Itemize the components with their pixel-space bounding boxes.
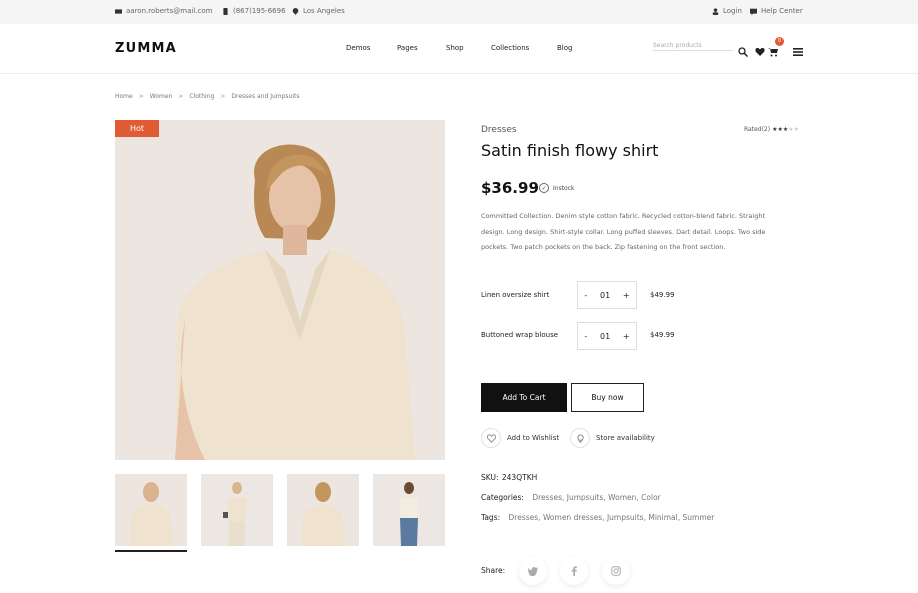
tags-value[interactable]: Dresses, Women dresses, Jumpsuits, Minim… bbox=[509, 513, 715, 522]
search-input[interactable]: Search products bbox=[653, 39, 733, 51]
quantity-stepper: - 01 + bbox=[577, 322, 637, 350]
location-text: Los Angeles bbox=[303, 7, 345, 15]
bundle-item-name[interactable]: Linen oversize shirt bbox=[481, 291, 549, 299]
breadcrumb-women[interactable]: Women bbox=[150, 93, 173, 100]
hot-badge: Hot bbox=[115, 120, 159, 137]
thumbnail-3[interactable] bbox=[287, 474, 359, 546]
location-contact: Los Angeles bbox=[292, 7, 345, 15]
breadcrumb-separator: > bbox=[220, 93, 226, 100]
tags-row: Tags: Dresses, Women dresses, Jumpsuits,… bbox=[481, 513, 714, 522]
stock-status: ✓ Instock bbox=[539, 183, 575, 193]
quantity-value[interactable]: 01 bbox=[600, 332, 610, 341]
help-center-link[interactable]: Help Center bbox=[750, 7, 803, 15]
increment-button[interactable]: + bbox=[623, 332, 630, 341]
location-icon bbox=[570, 428, 590, 448]
store-availability[interactable]: Store availability bbox=[570, 428, 655, 448]
stock-label: Instock bbox=[553, 184, 575, 192]
thumbnail-4[interactable] bbox=[373, 474, 445, 546]
bundle-item-price: $49.99 bbox=[650, 291, 675, 299]
login-link[interactable]: Login bbox=[712, 7, 742, 15]
nav-shop[interactable]: Shop bbox=[446, 44, 464, 52]
thumbnail-2[interactable] bbox=[201, 474, 273, 546]
product-title: Satin finish flowy shirt bbox=[481, 141, 659, 160]
sku-value: 243QTKH bbox=[501, 473, 538, 482]
nav-collections[interactable]: Collections bbox=[491, 44, 529, 52]
nav-pages[interactable]: Pages bbox=[397, 44, 418, 52]
menu-icon[interactable] bbox=[793, 42, 803, 56]
top-bar: aaron.roberts@mail.com (867)195-6696 Los… bbox=[0, 0, 918, 24]
search-icon[interactable] bbox=[738, 42, 749, 58]
product-category[interactable]: Dresses bbox=[481, 125, 517, 135]
add-to-cart-button[interactable]: Add To Cart bbox=[481, 383, 567, 412]
phone-icon bbox=[223, 7, 228, 15]
quantity-value[interactable]: 01 bbox=[600, 291, 610, 300]
quantity-stepper: - 01 + bbox=[577, 281, 637, 309]
breadcrumb-home[interactable]: Home bbox=[115, 93, 133, 100]
login-label: Login bbox=[723, 7, 742, 15]
logo[interactable]: ZUMMA bbox=[115, 41, 177, 56]
help-label: Help Center bbox=[761, 7, 803, 15]
instagram-icon[interactable] bbox=[602, 557, 630, 585]
breadcrumb-separator: > bbox=[178, 93, 184, 100]
nav-blog[interactable]: Blog bbox=[557, 44, 572, 52]
heart-icon[interactable] bbox=[755, 42, 765, 56]
bundle-item-price: $49.99 bbox=[650, 331, 675, 339]
store-label: Store availability bbox=[596, 434, 655, 442]
site-header: ZUMMA Demos Pages Shop Collections Blog … bbox=[0, 24, 918, 74]
breadcrumb-clothing[interactable]: Clothing bbox=[189, 93, 214, 100]
bundle-item-name[interactable]: Buttoned wrap blouse bbox=[481, 331, 558, 339]
product-description: Committed Collection. Denim style cotton… bbox=[481, 212, 766, 251]
facebook-icon[interactable] bbox=[560, 557, 588, 585]
map-pin-icon bbox=[292, 7, 299, 15]
active-thumbnail-indicator bbox=[115, 550, 187, 552]
email-text: aaron.roberts@mail.com bbox=[126, 7, 213, 15]
decrement-button[interactable]: - bbox=[584, 291, 587, 300]
nav-demos[interactable]: Demos bbox=[346, 44, 370, 52]
phone-text: (867)195-6696 bbox=[233, 7, 286, 15]
cart-count-badge: 0 bbox=[775, 37, 784, 46]
product-price: $36.99 bbox=[481, 179, 539, 197]
star-rating: ★★★★★ bbox=[772, 126, 799, 133]
add-to-wishlist[interactable]: Add to Wishlist bbox=[481, 428, 559, 448]
buy-now-button[interactable]: Buy now bbox=[571, 383, 644, 412]
categories-label: Categories: bbox=[481, 493, 524, 502]
thumbnail-1[interactable] bbox=[115, 474, 187, 546]
breadcrumb-separator: > bbox=[138, 93, 144, 100]
check-circle-icon: ✓ bbox=[539, 183, 549, 193]
user-icon bbox=[712, 7, 719, 15]
star-icon: ★ bbox=[793, 126, 800, 133]
decrement-button[interactable]: - bbox=[584, 332, 587, 341]
wishlist-label: Add to Wishlist bbox=[507, 434, 560, 442]
breadcrumb: Home > Women > Clothing > Dresses and Ju… bbox=[115, 93, 300, 100]
breadcrumb-current: Dresses and Jumpsuits bbox=[231, 93, 300, 100]
categories-row: Categories: Dresses, Jumpsuits, Women, C… bbox=[481, 493, 661, 502]
tags-label: Tags: bbox=[481, 513, 501, 522]
rated-count: Rated(2) bbox=[744, 126, 771, 133]
phone-contact[interactable]: (867)195-6696 bbox=[222, 7, 286, 15]
main-product-image[interactable] bbox=[115, 120, 445, 460]
chat-icon bbox=[750, 8, 757, 15]
sku-label: SKU: bbox=[481, 473, 499, 482]
twitter-icon[interactable] bbox=[519, 557, 547, 585]
email-contact[interactable]: aaron.roberts@mail.com bbox=[115, 7, 212, 15]
heart-outline-icon bbox=[481, 428, 501, 448]
rating: Rated(2) ★★★★★ bbox=[744, 126, 799, 133]
sku-row: SKU: 243QTKH bbox=[481, 473, 537, 482]
share-label: Share: bbox=[481, 566, 506, 575]
mail-icon bbox=[115, 8, 122, 14]
increment-button[interactable]: + bbox=[623, 291, 630, 300]
categories-value[interactable]: Dresses, Jumpsuits, Women, Color bbox=[532, 493, 660, 502]
